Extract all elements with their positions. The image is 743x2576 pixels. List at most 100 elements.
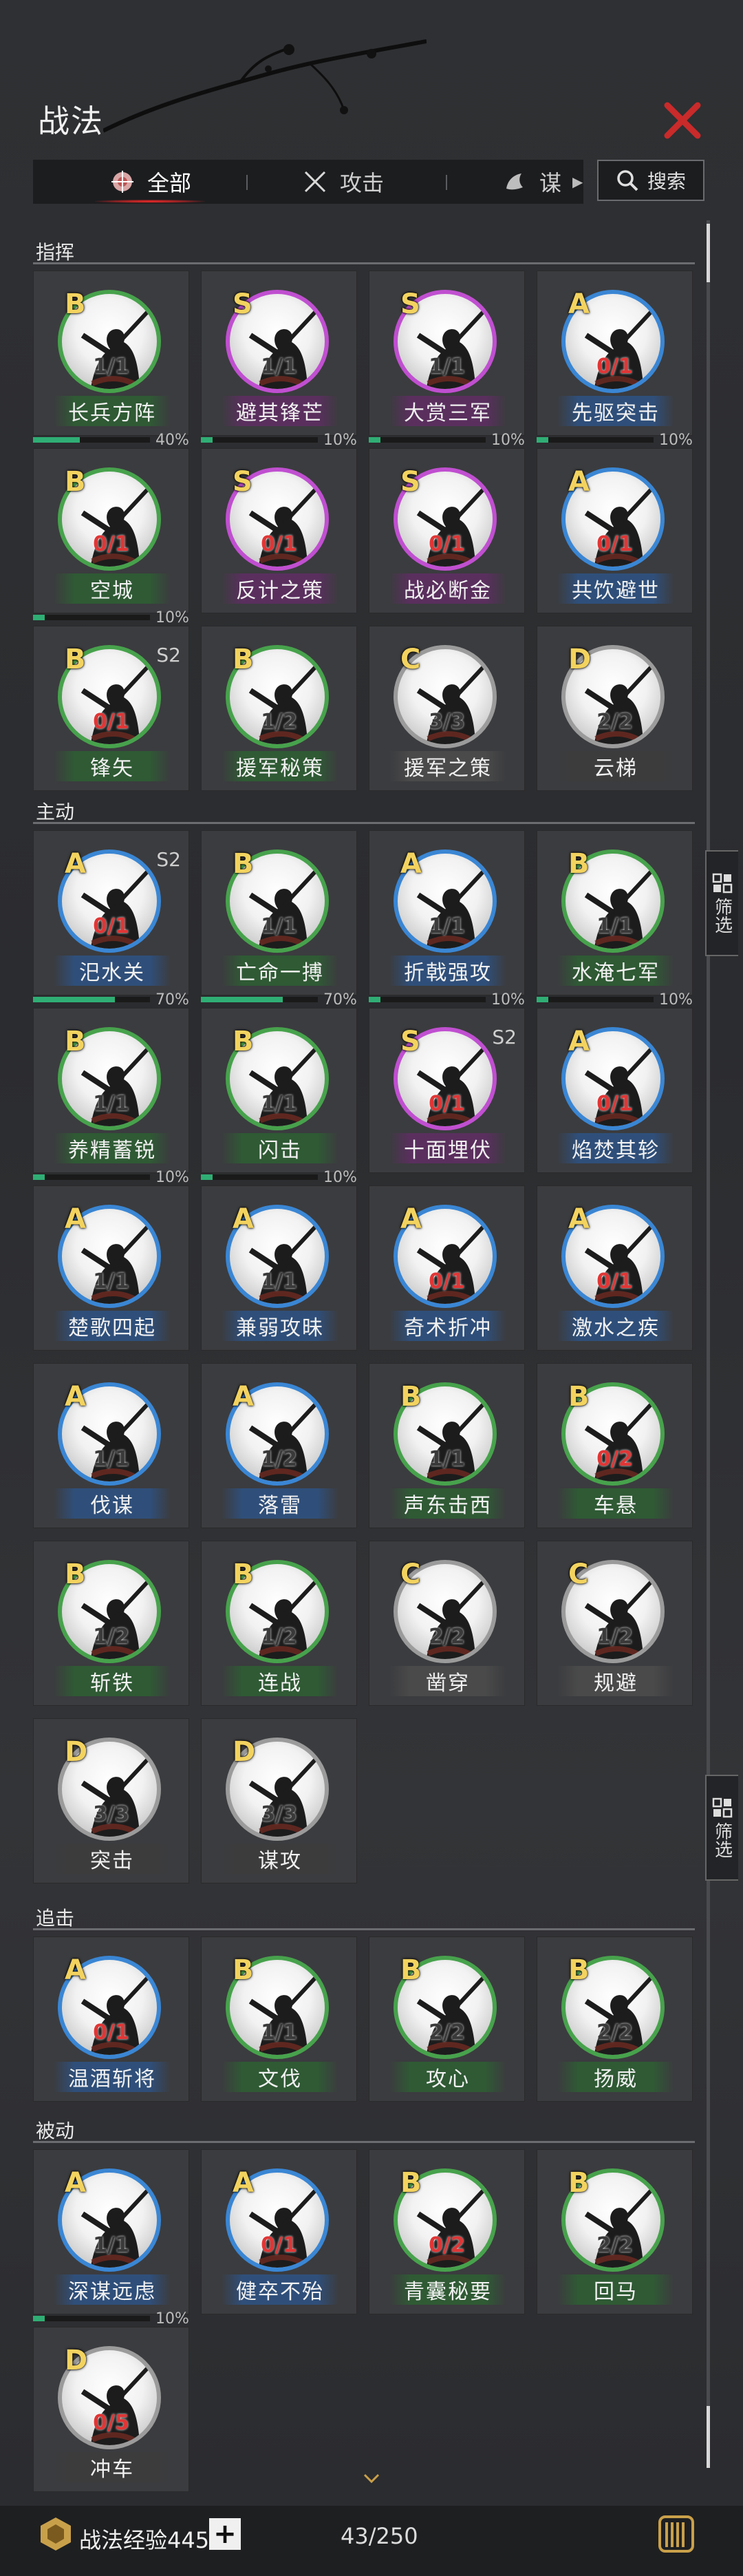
tactic-card[interactable]: D 3/3 突击 — [33, 1718, 189, 1883]
tactic-card[interactable]: A 1/1 兼弱攻昧 — [201, 1185, 357, 1351]
tactic-card[interactable]: D 0/5 冲车 — [33, 2327, 189, 2492]
grade-badge: S — [400, 288, 420, 320]
tactic-card[interactable]: B S2 0/1 锋矢 — [33, 626, 189, 791]
tactic-card[interactable]: S S2 0/1 十面埋伏 — [369, 1008, 525, 1173]
tactic-card[interactable]: A 0/1 温酒斩将 — [33, 1936, 189, 2102]
tactic-count: 2/2 — [429, 1625, 465, 1649]
tactic-count: 0/2 — [596, 1447, 633, 1471]
tactic-card[interactable]: A 0/1 健卒不殆 — [201, 2149, 357, 2314]
tab-attack[interactable]: 攻击 — [301, 160, 384, 204]
section-title: 被动 — [36, 2120, 75, 2142]
tactic-count: 43/250 — [341, 2523, 418, 2549]
season-tag: S2 — [492, 1026, 517, 1048]
tab-attack-label: 攻击 — [340, 170, 385, 196]
progress-percent: 10% — [491, 991, 525, 1009]
scrollbar-thumb-top[interactable] — [707, 224, 710, 282]
progress-percent: 10% — [155, 1169, 189, 1186]
grade-badge: D — [65, 2345, 88, 2376]
tactic-card[interactable]: A 1/1 深谋远虑 — [33, 2149, 189, 2314]
tactic-card[interactable]: S 0/1 战必断金 — [369, 448, 525, 613]
tactic-name: 亡命一搏 — [222, 956, 338, 986]
tactic-card[interactable]: C 2/2 凿穿 — [369, 1541, 525, 1706]
tactic-card[interactable]: B 1/1 长兵方阵 — [33, 271, 189, 436]
filter-button[interactable]: 筛选 — [705, 1775, 738, 1881]
tactic-card[interactable]: B 1/2 援军秘策 — [201, 626, 357, 791]
progress-fill — [201, 1174, 213, 1180]
tactic-card[interactable]: B 0/2 青囊秘要 — [369, 2149, 525, 2314]
tactic-card[interactable]: B 1/1 养精蓄锐 — [33, 1008, 189, 1173]
tactic-card[interactable]: B 1/1 闪击 — [201, 1008, 357, 1173]
tactic-card[interactable]: D 2/2 云梯 — [537, 626, 693, 791]
tactic-count: 1/2 — [93, 1625, 129, 1649]
tactic-count: 1/1 — [261, 1269, 297, 1294]
tactic-card[interactable]: C 1/2 规避 — [537, 1541, 693, 1706]
gate-icon[interactable] — [657, 2513, 696, 2554]
tactic-count: 1/1 — [261, 914, 297, 938]
tactic-card[interactable]: D 3/3 谋攻 — [201, 1718, 357, 1883]
tactic-name: 折戟强攻 — [389, 956, 506, 986]
scrollbar-track[interactable] — [707, 220, 710, 2464]
grade-badge: B — [233, 848, 254, 880]
tactic-count: 1/1 — [93, 1269, 129, 1294]
tactic-card[interactable]: A 0/1 共饮避世 — [537, 448, 693, 613]
tactic-card[interactable]: S 1/1 大赏三军 — [369, 271, 525, 436]
exp-badge-icon — [41, 2517, 71, 2551]
tactic-count: 1/1 — [596, 914, 633, 938]
tab-bar: 全部 攻击 谋 ▶ — [33, 160, 583, 204]
scroll-right-arrow-icon[interactable]: ▶ — [572, 173, 583, 190]
progress-percent: 10% — [155, 2310, 189, 2327]
tactic-card[interactable]: B 1/1 声东击西 — [369, 1363, 525, 1528]
tactic-card[interactable]: B 0/1 空城 — [33, 448, 189, 613]
close-x-icon[interactable] — [662, 100, 703, 141]
filter-label: 筛选 — [711, 1822, 733, 1858]
tactic-card[interactable]: B 1/2 斩铁 — [33, 1541, 189, 1706]
tactic-card[interactable]: A S2 0/1 汜水关 — [33, 830, 189, 995]
tactic-card[interactable]: B 1/1 亡命一搏 — [201, 830, 357, 995]
tactic-card[interactable]: A 1/1 楚歌四起 — [33, 1185, 189, 1351]
progress-percent: 70% — [323, 991, 357, 1009]
tactic-count: 1/1 — [93, 1447, 129, 1471]
grade-badge: B — [65, 1026, 86, 1057]
tactic-name: 扬威 — [557, 2062, 674, 2092]
tab-all[interactable]: 全部 — [109, 160, 191, 204]
tactic-name: 援军秘策 — [222, 751, 338, 781]
tactic-card[interactable]: B 1/1 水淹七军 — [537, 830, 693, 995]
progress-percent: 10% — [323, 432, 357, 449]
tactic-card[interactable]: A 1/1 伐谋 — [33, 1363, 189, 1528]
tactic-name: 车悬 — [557, 1488, 674, 1519]
grade-badge: D — [65, 1736, 88, 1768]
tactic-card[interactable]: B 2/2 扬威 — [537, 1936, 693, 2102]
tactic-card[interactable]: B 1/2 连战 — [201, 1541, 357, 1706]
grade-badge: A — [65, 2167, 86, 2199]
grade-badge: B — [65, 288, 86, 320]
tactic-card[interactable]: A 0/1 先驱突击 — [537, 271, 693, 436]
progress-percent: 10% — [659, 991, 693, 1009]
progress-fill — [369, 437, 380, 443]
tactic-card[interactable]: A 0/1 激水之疾 — [537, 1185, 693, 1351]
tactic-card[interactable]: A 1/1 折戟强攻 — [369, 830, 525, 995]
tactic-name: 云梯 — [557, 751, 674, 781]
tab-strategy[interactable]: 谋 ▶ — [501, 160, 583, 204]
grade-badge: A — [568, 1203, 590, 1235]
search-button[interactable]: 搜索 — [597, 160, 704, 201]
tactic-card[interactable]: S 1/1 避其锋芒 — [201, 271, 357, 436]
tactic-card[interactable]: C 3/3 援军之策 — [369, 626, 525, 791]
tactic-name: 奇术折冲 — [389, 1311, 506, 1341]
grade-badge: A — [400, 848, 422, 880]
progress-fill — [33, 997, 115, 1002]
filter-button[interactable]: 筛选 — [705, 850, 738, 956]
tactic-card[interactable]: S 0/1 反计之策 — [201, 448, 357, 613]
progress-fill — [369, 997, 380, 1002]
scrollbar-thumb-bottom[interactable] — [707, 2406, 710, 2468]
tactic-card[interactable]: B 1/1 文伐 — [201, 1936, 357, 2102]
tactic-card[interactable]: A 1/2 落雷 — [201, 1363, 357, 1528]
tactic-card[interactable]: B 0/2 车悬 — [537, 1363, 693, 1528]
grade-badge: A — [233, 1203, 254, 1235]
tactic-card[interactable]: B 2/2 回马 — [537, 2149, 693, 2314]
tactic-card[interactable]: A 0/1 焰焚其轸 — [537, 1008, 693, 1173]
add-exp-button[interactable]: + — [209, 2518, 241, 2550]
tactic-card[interactable]: B 2/2 攻心 — [369, 1936, 525, 2102]
tab-divider — [246, 175, 248, 190]
tactic-card[interactable]: A 0/1 奇术折冲 — [369, 1185, 525, 1351]
progress-bar — [33, 437, 150, 443]
